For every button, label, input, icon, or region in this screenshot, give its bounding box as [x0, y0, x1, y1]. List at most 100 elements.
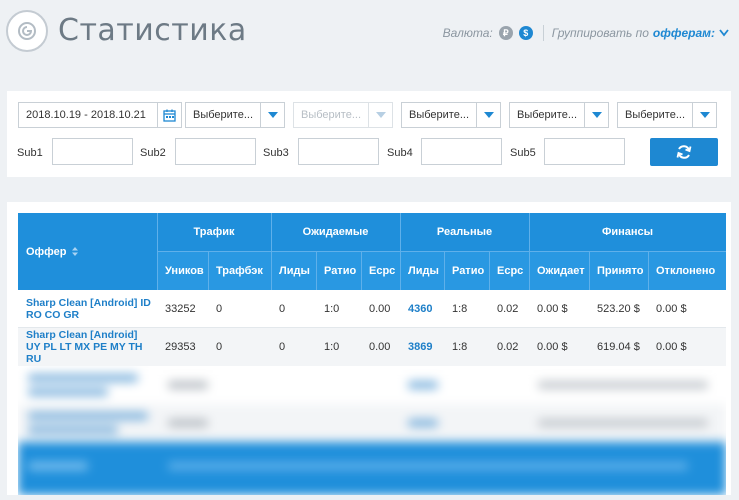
select-label: Выберите...: [301, 109, 362, 121]
blurred-text: [408, 381, 438, 389]
filter-select-2: Выберите...: [293, 102, 393, 128]
blurred-text: [28, 462, 88, 470]
cell-uniques: 33252: [165, 303, 196, 315]
cell-exp-ratio: 1:0: [324, 341, 340, 353]
col-header-real-ratio: Ратио: [444, 251, 489, 290]
sub4-input[interactable]: [421, 138, 502, 165]
page-header: Статистика Валюта: ₽ $ Группировать по о…: [0, 0, 739, 66]
sub3-label: Sub3: [263, 147, 289, 159]
cell-accepted: 619.04 $: [597, 341, 640, 353]
offer-column-header[interactable]: Оффер: [18, 213, 157, 290]
filter-panel: 2018.10.19 - 2018.10.21 Выберите... Выбе…: [7, 91, 731, 177]
sub5-label: Sub5: [510, 147, 536, 159]
filter-select-3[interactable]: Выберите...: [401, 102, 501, 128]
cell-real-ratio: 1:8: [452, 303, 468, 315]
filter-select-5[interactable]: Выберите...: [617, 102, 717, 128]
cell-rejected: 0.00 $: [656, 341, 687, 353]
cell-exp-leads: 0: [279, 303, 286, 315]
totals-row: [18, 442, 726, 495]
select-label: Выберите...: [625, 109, 686, 121]
filter-select-4[interactable]: Выберите...: [509, 102, 609, 128]
col-header-rejected: Отклонено: [648, 251, 726, 290]
sub2-input[interactable]: [175, 138, 256, 165]
divider: [316, 251, 317, 290]
chevron-down-icon[interactable]: [719, 29, 729, 37]
col-header-exp-leads: Лиды: [271, 251, 316, 290]
header-controls: Валюта: ₽ $ Группировать по офферам:: [443, 25, 729, 41]
blurred-rows: [18, 366, 726, 495]
cell-real-leads[interactable]: 4360: [400, 290, 432, 328]
chevron-down-icon[interactable]: [584, 103, 608, 127]
cell-trafficback: 0: [216, 303, 223, 315]
offer-link[interactable]: Sharp Clean [Android] UY PL LT MX PE MY …: [18, 328, 157, 366]
cell-exp-ratio: 1:0: [324, 303, 340, 315]
blurred-text: [28, 374, 138, 382]
group-by-dropdown[interactable]: офферам:: [653, 26, 715, 40]
group-header-real: Реальные: [400, 213, 529, 251]
cell-real-ratio: 1:8: [452, 341, 468, 353]
divider: [157, 251, 726, 252]
cell-real-ecpc: 0.02: [497, 303, 519, 315]
divider: [648, 251, 649, 290]
divider: [589, 251, 590, 290]
blurred-text: [538, 419, 708, 427]
divider: [542, 25, 544, 41]
cell-exp-ecpc: 0.00: [369, 303, 391, 315]
cell-real-ecpc: 0.02: [497, 341, 519, 353]
cell-exp-ecpc: 0.00: [369, 341, 391, 353]
cell-real-leads[interactable]: 3869: [400, 328, 432, 366]
table-row: [18, 404, 726, 442]
chevron-down-icon: [368, 103, 392, 127]
col-header-real-leads: Лиды: [400, 251, 444, 290]
chevron-down-icon[interactable]: [260, 103, 284, 127]
table-row: Sharp Clean [Android] ID RO CO GR 33252 …: [18, 290, 726, 328]
date-range-picker[interactable]: 2018.10.19 - 2018.10.21: [18, 102, 182, 128]
blurred-text: [168, 462, 688, 470]
sub1-label: Sub1: [17, 147, 43, 159]
sub5-input[interactable]: [544, 138, 625, 165]
sub1-input[interactable]: [52, 138, 133, 165]
sub4-label: Sub4: [387, 147, 413, 159]
select-label: Выберите...: [409, 109, 470, 121]
currency-rub-icon[interactable]: ₽: [498, 26, 513, 40]
chevron-down-icon[interactable]: [692, 103, 716, 127]
cell-uniques: 29353: [165, 341, 196, 353]
refresh-icon: [676, 145, 692, 159]
calendar-icon[interactable]: [157, 103, 181, 127]
currency-label: Валюта:: [442, 26, 493, 40]
filter-select-1[interactable]: Выберите...: [185, 102, 285, 128]
blurred-text: [28, 426, 118, 434]
stats-table: Оффер Трафик Ожидаемые Реальные Финансы …: [7, 202, 731, 495]
blurred-text: [168, 419, 208, 427]
table-row: Sharp Clean [Android] UY PL LT MX PE MY …: [18, 328, 726, 366]
sub3-input[interactable]: [298, 138, 379, 165]
divider: [489, 251, 490, 290]
blurred-text: [538, 381, 708, 389]
col-header-accepted: Принято: [589, 251, 648, 290]
refresh-button[interactable]: [650, 138, 718, 166]
chevron-down-icon[interactable]: [476, 103, 500, 127]
blurred-text: [28, 412, 148, 420]
group-header-traffic: Трафик: [157, 213, 271, 251]
page-title: Статистика: [58, 13, 247, 48]
logo-icon[interactable]: [6, 10, 48, 52]
blurred-text: [168, 381, 208, 389]
col-header-real-ecpc: Ecpc: [489, 251, 529, 290]
table-row: [18, 366, 726, 404]
cell-exp-leads: 0: [279, 341, 286, 353]
col-header-pending: Ожидает: [529, 251, 589, 290]
group-header-expected: Ожидаемые: [271, 213, 400, 251]
cell-accepted: 523.20 $: [597, 303, 640, 315]
offer-link[interactable]: Sharp Clean [Android] ID RO CO GR: [18, 290, 157, 328]
select-label: Выберите...: [517, 109, 578, 121]
sort-icon[interactable]: [71, 247, 78, 256]
sub2-label: Sub2: [140, 147, 166, 159]
divider: [208, 251, 209, 290]
divider: [361, 251, 362, 290]
cell-trafficback: 0: [216, 341, 223, 353]
cell-pending: 0.00 $: [537, 303, 568, 315]
currency-usd-icon[interactable]: $: [518, 26, 533, 40]
col-header-uniques: Уников: [157, 251, 208, 290]
group-header-finance: Финансы: [529, 213, 726, 251]
date-range-value: 2018.10.19 - 2018.10.21: [26, 109, 146, 121]
